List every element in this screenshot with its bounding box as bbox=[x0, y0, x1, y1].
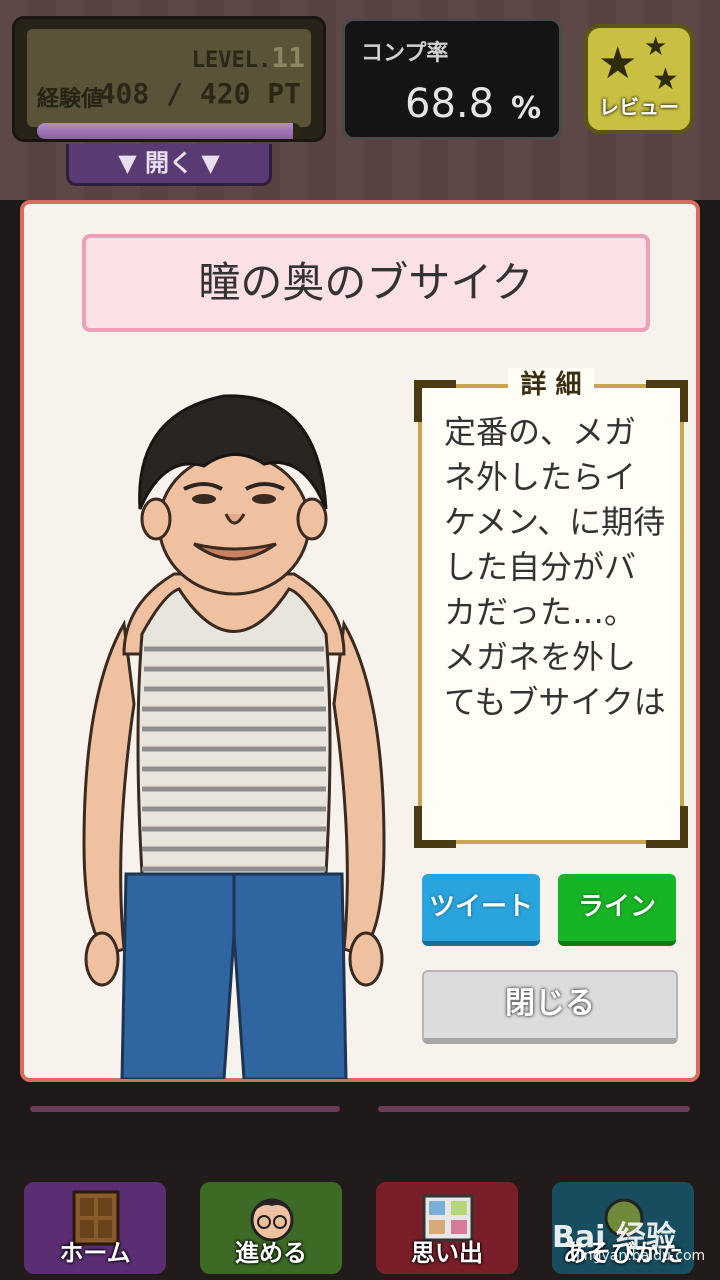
divider bbox=[30, 1106, 340, 1112]
level-label: LEVEL. bbox=[191, 48, 272, 73]
review-label: レビュー bbox=[599, 95, 679, 119]
nav-advance-label: 進める bbox=[235, 1239, 307, 1267]
star-icon: ★ bbox=[644, 32, 668, 62]
exp-label: 経験値 bbox=[37, 87, 104, 112]
detail-label: 詳 細 bbox=[508, 368, 594, 402]
level-value: 11 bbox=[271, 41, 305, 74]
tweet-button[interactable]: ツイート bbox=[422, 874, 540, 946]
character-illustration bbox=[82, 394, 386, 1079]
exp-progress-bar bbox=[37, 123, 301, 139]
level-panel: LEVEL.11 経験値 408 / 420 PT bbox=[12, 16, 326, 142]
detail-dialog: 瞳の奥のブサイク 詳 細 定番の、メガネ外したらイケメン、に期待した自分がバカだ… bbox=[20, 200, 700, 1082]
open-toggle-button[interactable]: ▼ 開く ▼ bbox=[66, 144, 272, 186]
completion-label: コンプ率 bbox=[361, 41, 449, 66]
completion-value: 68.8 bbox=[405, 81, 495, 127]
detail-text[interactable]: 定番の、メガネ外したらイケメン、に期待した自分がバカだった…。メガネを外してもブ… bbox=[444, 410, 666, 730]
star-icon: ★ bbox=[598, 38, 638, 89]
line-share-button[interactable]: ライン bbox=[558, 874, 676, 946]
exp-progress-fill bbox=[37, 123, 294, 139]
completion-unit: % bbox=[510, 91, 541, 126]
dialog-title: 瞳の奥のブサイク bbox=[198, 258, 534, 307]
frame-corner bbox=[414, 806, 456, 848]
exp-value: 408 / 420 PT bbox=[98, 77, 301, 110]
nav-advance-button[interactable]: 進める bbox=[196, 1178, 346, 1278]
divider bbox=[378, 1106, 690, 1112]
nav-memories-button[interactable]: 思い出 bbox=[372, 1178, 522, 1278]
frame-corner bbox=[646, 806, 688, 848]
nav-memories-label: 思い出 bbox=[411, 1239, 483, 1267]
level-indicator: LEVEL.11 bbox=[192, 41, 305, 74]
detail-box: 詳 細 定番の、メガネ外したらイケメン、に期待した自分がバカだった…。メガネを外… bbox=[414, 368, 688, 848]
nav-home-label: ホーム bbox=[59, 1239, 131, 1267]
dialog-title-box: 瞳の奥のブサイク bbox=[82, 234, 650, 332]
completion-panel: コンプ率 68.8 % bbox=[342, 18, 562, 140]
review-button[interactable]: ★ ★ ★ レビュー bbox=[584, 24, 694, 134]
close-button[interactable]: 閉じる bbox=[422, 970, 678, 1044]
nav-home-button[interactable]: ホーム bbox=[20, 1178, 170, 1278]
watermark-url: jingyan.baidu.com bbox=[576, 1248, 706, 1264]
